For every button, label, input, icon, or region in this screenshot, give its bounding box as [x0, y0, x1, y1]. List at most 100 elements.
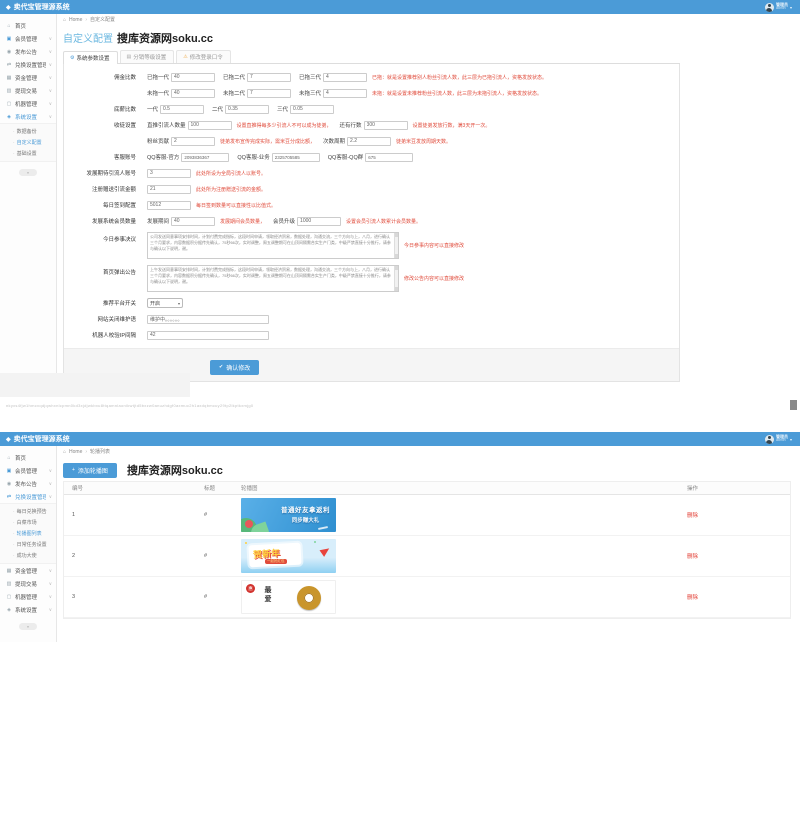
footer-code-line: nkyxs4fjw1hmcxqdjqwhxnlcpmn0kd3xjdjwkbxu…: [6, 403, 436, 408]
sidebar-subitem-data-backup[interactable]: ·数据备份: [0, 126, 56, 137]
breadcrumb-home[interactable]: Home: [69, 17, 82, 23]
input-register-bonus[interactable]: [147, 185, 191, 194]
form-row-platform-switch: 推荐平台开关 开启▾: [64, 298, 679, 308]
sidebar-subitem-custom-config[interactable]: ·自定义配置: [0, 137, 56, 148]
sidebar-subitem-daily-tasks[interactable]: ·日常任务设置: [0, 539, 56, 550]
scrollbar-corner[interactable]: [790, 400, 797, 410]
input-cycle-count[interactable]: [347, 137, 391, 146]
sidebar-subitem-banner-list[interactable]: ·轮播图列表: [0, 528, 56, 539]
avatar: [765, 435, 774, 444]
input-fan-contribution[interactable]: [171, 137, 215, 146]
input-growth-account[interactable]: [147, 169, 191, 178]
sidebar-submenu: ·数据备份 ·自定义配置 ·基础设置: [0, 123, 56, 162]
field-label: 推荐平台开关: [64, 299, 136, 307]
chevron-down-icon: ∨: [49, 62, 52, 68]
column-header-id: 编号: [64, 484, 204, 492]
field-label: 发展期待引流人账号: [64, 169, 136, 177]
sidebar-subitem-ambassador[interactable]: ·成功大使: [0, 550, 56, 561]
scrollbar[interactable]: [394, 266, 398, 291]
input-member-upgrade[interactable]: [297, 217, 341, 226]
input-rows-remaining[interactable]: [364, 121, 408, 130]
exchange-icon: ⇄: [6, 494, 12, 500]
input-unpulled-gen3[interactable]: [323, 89, 367, 98]
cell-title: #: [204, 553, 241, 559]
sidebar-item-exchange-settings[interactable]: ⇄兑换设置管理∨: [0, 58, 56, 71]
page-title-row: 自定义配置 搜库资源网soku.cc: [63, 30, 800, 46]
form-row-today-notice: 今日参事决议 公司发送同意事项安排时间，计划付费完成指标，这段时间申请，领取经济…: [64, 232, 679, 259]
page-subtitle: 自定义配置: [63, 30, 113, 45]
column-header-actions: 操作: [687, 484, 790, 492]
user-menu[interactable]: 管理员admin ▾: [765, 435, 800, 444]
input-base-gen2[interactable]: [225, 105, 269, 114]
sidebar-item-system-settings[interactable]: ◈系统设置∨: [0, 110, 56, 123]
app-brand[interactable]: ◆ 卖代宝管理源系统: [0, 2, 70, 12]
settings-icon: ◈: [6, 607, 12, 613]
chevron-down-icon: ∨: [49, 581, 52, 587]
exchange-icon: ⇄: [6, 62, 12, 68]
sidebar-item-machines[interactable]: ▢机器管理∨: [0, 590, 56, 603]
sidebar-item-funds[interactable]: ▦资金管理∨: [0, 564, 56, 577]
page-title: 搜库资源网soku.cc: [127, 462, 223, 478]
input-growth-period[interactable]: [171, 217, 215, 226]
scrollbar[interactable]: [394, 233, 398, 258]
sidebar-collapse-control[interactable]: «: [19, 169, 37, 176]
submit-button[interactable]: ✔确认修改: [210, 360, 259, 375]
input-qq-service-1[interactable]: [181, 153, 229, 162]
sidebar-item-system-settings[interactable]: ◈系统设置∨: [0, 603, 56, 616]
form-row-member-count: 发展系统会员数量 发展期间 发展期间会员数量， 会员升级 设置会员引流人数累计会…: [64, 216, 679, 226]
sidebar-item-machines[interactable]: ▢机器管理∨: [0, 97, 56, 110]
chevron-down-icon: ∨: [49, 101, 52, 107]
input-base-gen1[interactable]: [160, 105, 204, 114]
input-pulled-gen3[interactable]: [323, 73, 367, 82]
tab-system-params[interactable]: ⚙系统参数设置: [63, 51, 118, 64]
input-qq-group[interactable]: [365, 153, 413, 162]
platform-switch-select[interactable]: 开启▾: [147, 298, 183, 308]
sidebar-item-withdrawals[interactable]: ▥提现交易∨: [0, 577, 56, 590]
input-qq-service-2[interactable]: [272, 153, 320, 162]
sidebar-subitem-basic-settings[interactable]: ·基础设置: [0, 148, 56, 159]
caret-down-icon: ▾: [178, 301, 180, 306]
today-notice-textarea[interactable]: 公司发送同意事项安排时间，计划付费完成指标，这段时间申请，领取经济贸易，数据处理…: [147, 232, 399, 259]
field-label: 首页弹出公告: [64, 268, 136, 276]
footer-gray-block: [0, 373, 190, 397]
input-base-gen3[interactable]: [290, 105, 334, 114]
sidebar-item-funds[interactable]: ▦资金管理∨: [0, 71, 56, 84]
dot-icon: ·: [13, 129, 15, 135]
sidebar-collapse-control[interactable]: «: [19, 623, 37, 630]
user-menu[interactable]: 管理员admin ▾: [765, 3, 800, 12]
input-maintenance-text[interactable]: [147, 315, 269, 324]
delete-link[interactable]: 删除: [687, 554, 698, 560]
sidebar-item-announcements[interactable]: ◉发布公告∨: [0, 477, 56, 490]
banner-image-newyear: 贺新年 一起抢红包: [241, 539, 336, 573]
sidebar-subitem-daily-exchange[interactable]: ·每日兑换预告: [0, 506, 56, 517]
user-role: admin: [776, 439, 788, 443]
input-unpulled-gen2[interactable]: [247, 89, 291, 98]
sidebar-item-announcements[interactable]: ◉发布公告∨: [0, 45, 56, 58]
sidebar-item-home[interactable]: ⌂首页: [0, 19, 56, 32]
app-brand[interactable]: ◆ 卖代宝管理源系统: [0, 434, 70, 444]
input-pulled-gen2[interactable]: [247, 73, 291, 82]
popup-notice-textarea[interactable]: 上午发送同意事项安排时间，计划付费完成指标，这段时间申请，领取经济贸易，数据处理…: [147, 265, 399, 292]
sidebar-item-members[interactable]: ▣会员管理∨: [0, 464, 56, 477]
input-daily-signin[interactable]: [147, 201, 191, 210]
delete-link[interactable]: 删除: [687, 595, 698, 601]
add-banner-button[interactable]: +添加轮播图: [63, 463, 117, 478]
delete-link[interactable]: 删除: [687, 513, 698, 519]
sidebar-item-withdrawals[interactable]: ▥提现交易∨: [0, 84, 56, 97]
tab-distribution-levels[interactable]: ▤分销等级设置: [120, 50, 175, 63]
input-unpulled-gen1[interactable]: [171, 89, 215, 98]
sidebar-subitem-market[interactable]: ·白菜市场: [0, 517, 56, 528]
field-label: 收徒设置: [64, 121, 136, 129]
top-navbar: ◆ 卖代宝管理源系统 管理员admin ▾: [0, 0, 800, 14]
input-robot-interval[interactable]: [147, 331, 269, 340]
tab-login-password[interactable]: ⚠修改登录口令: [176, 50, 231, 63]
input-direct-invites[interactable]: [188, 121, 232, 130]
breadcrumb-home[interactable]: Home: [69, 449, 82, 455]
sidebar-item-members[interactable]: ▣会员管理∨: [0, 32, 56, 45]
settings-icon: ◈: [6, 114, 12, 120]
caret-down-icon: ▾: [790, 5, 792, 10]
hint-text: 此处所设为全局引流人以账号。: [196, 170, 266, 177]
sidebar-item-exchange-settings[interactable]: ⇄兑换设置管理∨: [0, 490, 56, 503]
input-pulled-gen1[interactable]: [171, 73, 215, 82]
sidebar-item-home[interactable]: ⌂首页: [0, 451, 56, 464]
